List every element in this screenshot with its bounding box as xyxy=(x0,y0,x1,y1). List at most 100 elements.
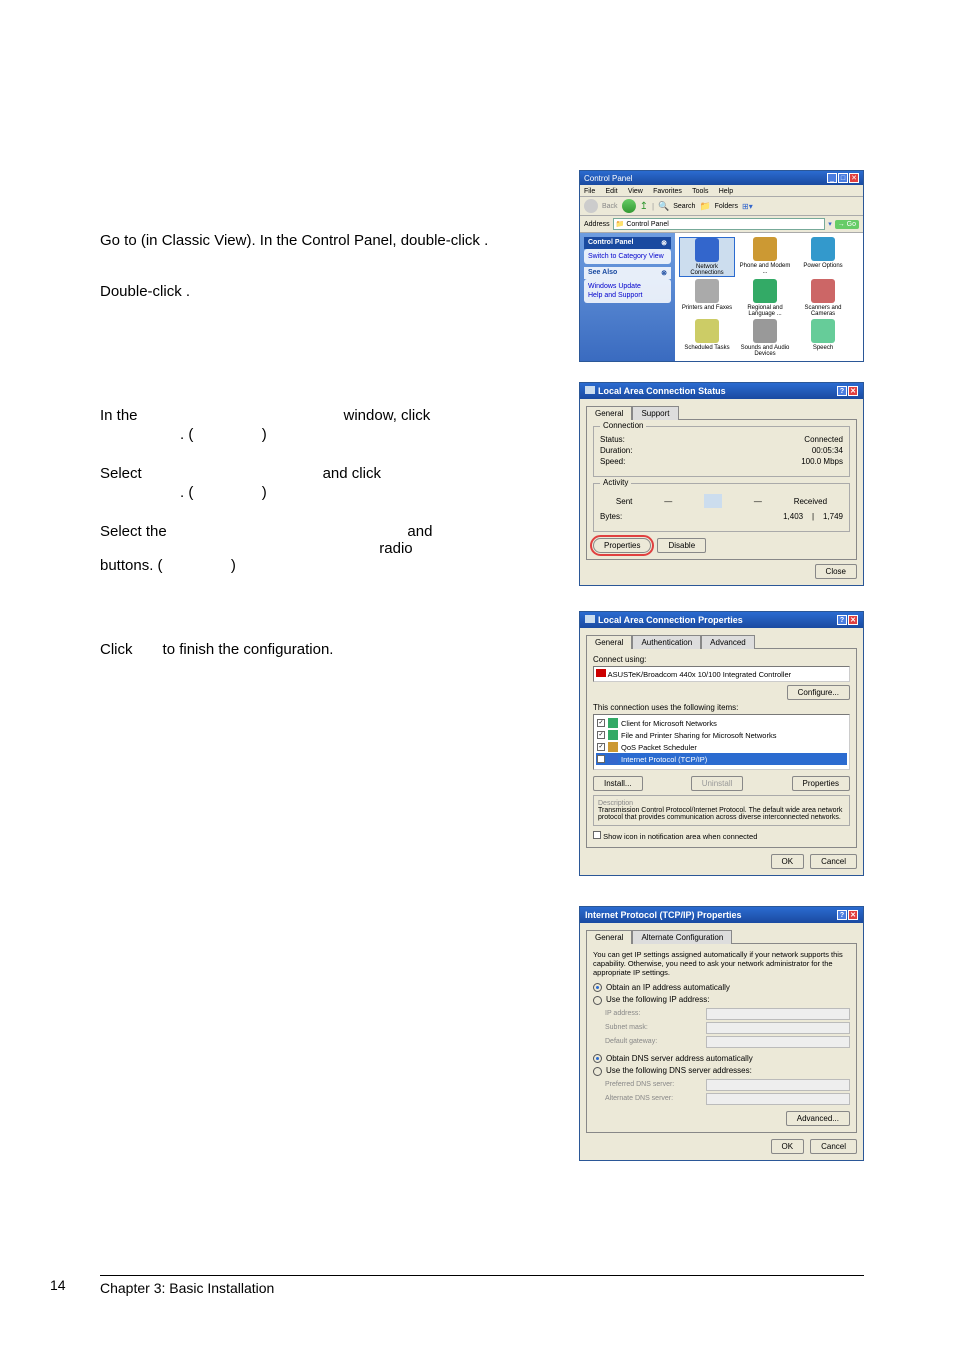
cp-menubar[interactable]: File Edit View Favorites Tools Help xyxy=(580,185,863,197)
go-button[interactable]: → Go xyxy=(835,220,859,229)
properties-button[interactable]: Properties xyxy=(593,538,651,553)
mask-label: Subnet mask: xyxy=(605,1024,700,1031)
radio-ip-auto[interactable] xyxy=(593,983,602,992)
step2b: . xyxy=(186,283,190,300)
props-title: Local Area Connection Properties xyxy=(598,615,743,625)
close-icon[interactable]: ✕ xyxy=(848,386,858,396)
menu-file[interactable]: File xyxy=(584,188,595,195)
help-icon[interactable]: ? xyxy=(837,386,847,396)
tab-general[interactable]: General xyxy=(586,635,632,649)
maximize-icon[interactable]: □ xyxy=(838,173,848,183)
showicon-checkbox[interactable] xyxy=(593,831,601,839)
switch-view-link[interactable]: Switch to Category View xyxy=(588,252,667,261)
checkbox-icon[interactable]: ✓ xyxy=(597,731,605,739)
cp-icon-scheduled[interactable]: Scheduled Tasks xyxy=(679,319,735,357)
cancel-button[interactable]: Cancel xyxy=(810,854,857,869)
radio-ip-manual-label: Use the following IP address: xyxy=(606,995,709,1004)
tab-altconfig[interactable]: Alternate Configuration xyxy=(632,930,732,944)
s4c: . ( xyxy=(180,484,193,501)
checkbox-icon[interactable]: ✓ xyxy=(597,719,605,727)
radio-ip-manual[interactable] xyxy=(593,996,602,1005)
address-input[interactable]: 📁 Control Panel xyxy=(613,218,826,230)
folders-icon[interactable]: 📁 xyxy=(699,201,710,212)
tab-advanced[interactable]: Advanced xyxy=(701,635,755,649)
lac-icon xyxy=(585,615,595,623)
cp-sidebar: Control Panel⊗ Switch to Category View S… xyxy=(580,233,675,361)
disable-button[interactable]: Disable xyxy=(657,538,706,553)
pdns-input xyxy=(706,1079,850,1091)
close-icon[interactable]: ✕ xyxy=(848,910,858,920)
minimize-icon[interactable]: _ xyxy=(827,173,837,183)
configure-button[interactable]: Configure... xyxy=(787,685,850,700)
menu-tools[interactable]: Tools xyxy=(692,188,708,195)
cp-icon-power-options[interactable]: Power Options xyxy=(795,237,851,277)
step2a: Double-click xyxy=(100,283,186,300)
step1b: (in Classic View). In the Control Panel,… xyxy=(141,232,484,249)
instruction-text-block-3: Click OK to finish the configuration. xyxy=(100,611,549,891)
close-icon[interactable]: ✕ xyxy=(848,615,858,625)
cp-icon-sounds[interactable]: Sounds and Audio Devices xyxy=(737,319,793,357)
cp-icon-scanners[interactable]: Scanners and Cameras xyxy=(795,279,851,317)
step1a: Go to xyxy=(100,232,141,249)
network-activity-icon xyxy=(704,494,722,508)
s4d: ) xyxy=(262,484,267,501)
install-button[interactable]: Install... xyxy=(593,776,643,791)
status-label: Status: xyxy=(600,435,625,444)
up-icon[interactable]: ↥ xyxy=(640,201,648,212)
views-icon[interactable]: ⊞▾ xyxy=(742,202,753,211)
status-title: Local Area Connection Status xyxy=(598,386,726,396)
menu-favorites[interactable]: Favorites xyxy=(653,188,682,195)
checkbox-icon[interactable]: ✓ xyxy=(597,743,605,751)
item-properties-button[interactable]: Properties xyxy=(792,776,850,791)
back-icon[interactable] xyxy=(584,199,598,213)
address-dropdown-icon[interactable]: ▾ xyxy=(828,220,832,228)
items-label: This connection uses the following items… xyxy=(593,703,850,712)
search-icon[interactable]: 🔍 xyxy=(658,201,669,212)
cp-icon-speech[interactable]: Speech xyxy=(795,319,851,357)
s3c: . ( xyxy=(180,426,193,443)
adns-label: Alternate DNS server: xyxy=(605,1095,700,1102)
grp-activity: Activity xyxy=(600,478,631,487)
gw-input xyxy=(706,1036,850,1048)
cp-icon-network-connections[interactable]: Network Connections xyxy=(679,237,735,277)
radio-dns-manual[interactable] xyxy=(593,1067,602,1076)
items-listbox[interactable]: ✓Client for Microsoft Networks ✓File and… xyxy=(593,714,850,770)
menu-view[interactable]: View xyxy=(628,188,643,195)
collapse-icon[interactable]: ⊗ xyxy=(661,239,667,247)
tab-general[interactable]: General xyxy=(586,930,632,944)
radio-dns-manual-label: Use the following DNS server addresses: xyxy=(606,1066,752,1075)
cp-toolbar: Back ↥ | 🔍 Search 📁 Folders ⊞▾ xyxy=(580,197,863,216)
tab-auth[interactable]: Authentication xyxy=(632,635,701,649)
advanced-button[interactable]: Advanced... xyxy=(786,1111,850,1126)
instruction-text-block-2: In the Local Area Connection Status wind… xyxy=(100,382,549,601)
close-button[interactable]: Close xyxy=(815,564,857,579)
pdns-label: Preferred DNS server: xyxy=(605,1081,700,1088)
tcpip-properties-dialog: Internet Protocol (TCP/IP) Properties ? … xyxy=(579,906,864,1161)
ok-button[interactable]: OK xyxy=(771,854,805,869)
cancel-button[interactable]: Cancel xyxy=(810,1139,857,1154)
close-icon[interactable]: ✕ xyxy=(849,173,859,183)
cp-icon-phone-modem[interactable]: Phone and Modem ... xyxy=(737,237,793,277)
help-icon[interactable]: ? xyxy=(837,615,847,625)
help-icon[interactable]: ? xyxy=(837,910,847,920)
address-label: Address xyxy=(584,221,610,228)
windows-update-link[interactable]: Windows Update xyxy=(588,282,667,291)
collapse-icon[interactable]: ⊗ xyxy=(661,269,667,277)
tab-support[interactable]: Support xyxy=(632,406,678,420)
cp-icon-printers[interactable]: Printers and Faxes xyxy=(679,279,735,317)
ok-button[interactable]: OK xyxy=(771,1139,805,1154)
cp-sidebar-header: Control Panel xyxy=(588,239,634,247)
received-label: Received xyxy=(794,497,827,506)
recv-value: 1,749 xyxy=(823,512,843,521)
uninstall-button[interactable]: Uninstall xyxy=(691,776,744,791)
help-support-link[interactable]: Help and Support xyxy=(588,291,667,300)
forward-icon[interactable] xyxy=(622,199,636,213)
client-icon xyxy=(608,718,618,728)
tab-general[interactable]: General xyxy=(586,406,632,420)
checkbox-icon[interactable]: ✓ xyxy=(597,755,605,763)
menu-help[interactable]: Help xyxy=(719,188,733,195)
menu-edit[interactable]: Edit xyxy=(606,188,618,195)
radio-dns-auto[interactable] xyxy=(593,1054,602,1063)
cp-icon-regional[interactable]: Regional and Language ... xyxy=(737,279,793,317)
s3a: In the xyxy=(100,407,142,424)
